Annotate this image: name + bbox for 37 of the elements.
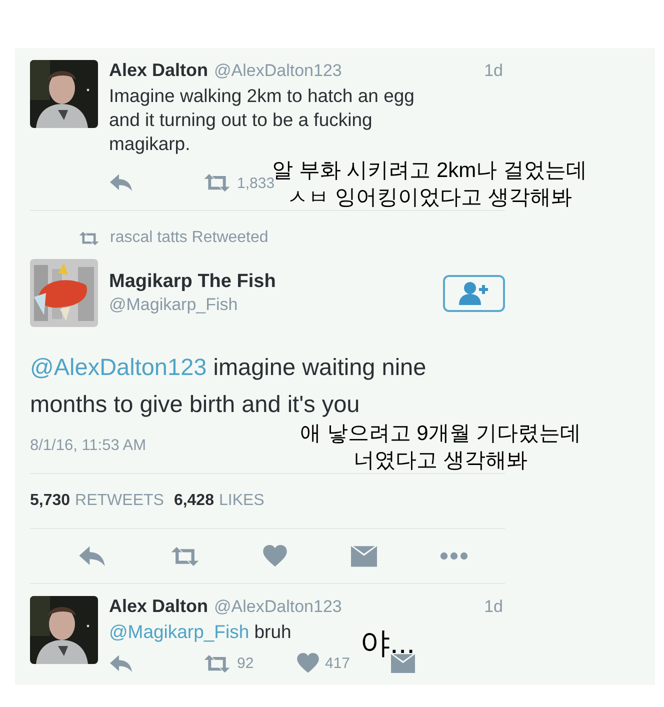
reply-icon[interactable] bbox=[109, 654, 133, 673]
retweet-count: 92 bbox=[237, 654, 254, 672]
retweet-count: 1,833 bbox=[237, 174, 275, 192]
caption-text: 야... bbox=[360, 630, 416, 657]
user-name[interactable]: Magikarp The Fish bbox=[109, 271, 276, 293]
mention-link[interactable]: @AlexDalton123 bbox=[30, 354, 207, 380]
follow-button[interactable] bbox=[443, 274, 505, 312]
tweet-timestamp: 8/1/16, 11:53 AM bbox=[30, 437, 146, 455]
likes-label[interactable]: LIKES bbox=[218, 492, 264, 510]
user-handle[interactable]: @Magikarp_Fish bbox=[109, 295, 276, 315]
more-icon[interactable] bbox=[440, 552, 468, 560]
tweet-text: @AlexDalton123 imagine waiting nine months to give birth and it's you bbox=[30, 353, 426, 419]
tweet-time: 1d bbox=[484, 61, 504, 81]
retweet-icon bbox=[78, 230, 100, 246]
tweet-text: Imagine walking 2km to hatch an egg and it turning out to be a fucking magikarp. bbox=[109, 84, 414, 156]
caption-text: 애 낳으려고 9개월 기다렸는데 너였다고 생각해봐 bbox=[300, 421, 582, 474]
message-icon[interactable] bbox=[350, 546, 376, 567]
reply-icon[interactable] bbox=[109, 173, 133, 193]
retweet-icon[interactable] bbox=[203, 173, 231, 193]
add-user-icon bbox=[459, 281, 489, 305]
user-name[interactable]: Alex Dalton bbox=[109, 596, 208, 618]
heart-icon[interactable] bbox=[263, 545, 287, 567]
like-count: 417 bbox=[325, 654, 350, 672]
retweets-label[interactable]: RETWEETS bbox=[75, 492, 164, 510]
tweet-text: @Magikarp_Fish bruh bbox=[109, 620, 292, 644]
user-name[interactable]: Alex Dalton bbox=[109, 60, 208, 81]
reply-icon[interactable] bbox=[78, 545, 106, 568]
like-count: 6,428 bbox=[174, 492, 214, 510]
mention-link[interactable]: @Magikarp_Fish bbox=[109, 621, 250, 642]
heart-icon[interactable] bbox=[297, 653, 319, 674]
retweet-icon[interactable] bbox=[170, 546, 200, 567]
retweet-count: 5,730 bbox=[30, 492, 70, 510]
retweet-notice: rascal tatts Retweeted bbox=[110, 229, 268, 247]
user-handle[interactable]: @AlexDalton123 bbox=[214, 597, 342, 618]
user-handle[interactable]: @AlexDalton123 bbox=[214, 61, 342, 81]
tweet-time: 1d bbox=[484, 597, 504, 618]
retweet-icon[interactable] bbox=[203, 654, 231, 674]
